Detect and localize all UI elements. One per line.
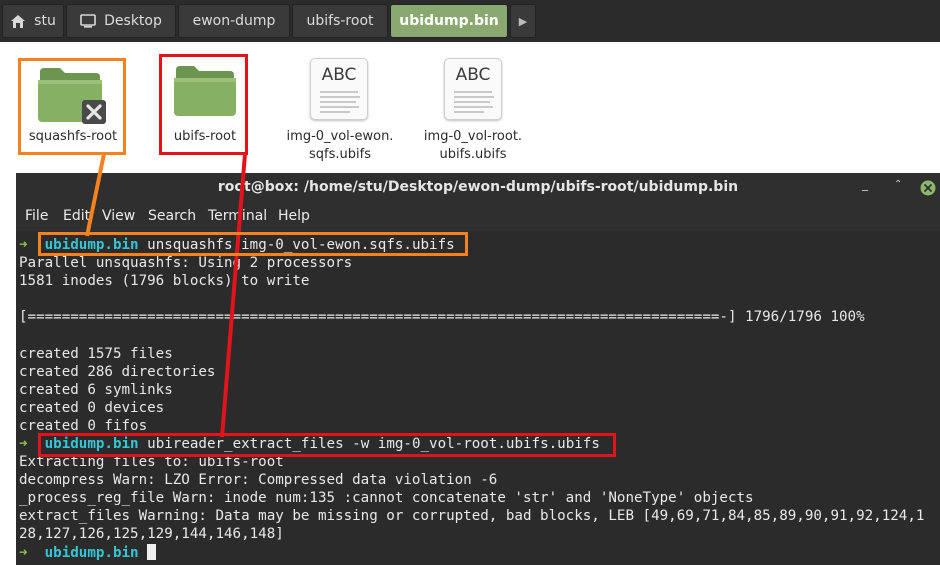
- menu-search[interactable]: Search: [148, 208, 196, 224]
- menu-help[interactable]: Help: [278, 208, 310, 224]
- command-text: unsquashfs img-0_vol-ewon.sqfs.ubifs: [147, 237, 455, 253]
- thumb-text: ABC: [455, 65, 491, 85]
- command-text: ubireader_extract_files -w img-0_vol-roo…: [147, 436, 600, 452]
- menu-terminal[interactable]: Terminal: [208, 208, 267, 224]
- file-name-line2: ubifs.ubifs: [439, 147, 507, 162]
- file-name: ubifs-root: [173, 129, 237, 144]
- crumb-ubifs-root[interactable]: ubifs-root: [292, 4, 388, 38]
- output-line: created 6 symlinks: [19, 382, 173, 398]
- menu-edit[interactable]: Edit: [63, 208, 90, 224]
- output-line: 1581 inodes (1796 blocks) to write: [19, 273, 310, 289]
- folder-icon: [174, 66, 236, 116]
- crumb-label: Desktop: [104, 13, 162, 29]
- menu-view[interactable]: View: [102, 208, 135, 224]
- crumb-label: ubifs-root: [306, 13, 374, 29]
- output-line: 28,127,126,125,129,144,146,148]: [19, 526, 284, 542]
- crumb-ewon-dump[interactable]: ewon-dump: [178, 4, 290, 38]
- command-line: ➜ ubidump.bin: [19, 544, 157, 562]
- output-line: created 1575 files: [19, 346, 173, 362]
- crumb-next-button[interactable]: ▶: [510, 4, 536, 38]
- output-line: decompress Warn: LZO Error: Compressed d…: [19, 472, 498, 488]
- location-bar: stu Desktop ewon-dump ubifs-root ubidump…: [0, 0, 940, 42]
- crumb-label: ubidump.bin: [399, 13, 499, 29]
- home-icon: [11, 14, 26, 28]
- text-document-icon: ABC: [444, 58, 502, 120]
- prompt-dir: ubidump.bin: [44, 237, 139, 253]
- crumb-ubidump-bin[interactable]: ubidump.bin: [390, 4, 508, 38]
- prompt-arrow: ➜: [19, 545, 28, 561]
- command-line: ➜ ubidump.bin unsquashfs img-0_vol-ewon.…: [19, 236, 455, 254]
- file-squashfs-root[interactable]: squashfs-root: [24, 54, 122, 150]
- window-title: root@box: /home/stu/Desktop/ewon-dump/ub…: [217, 179, 739, 195]
- chevron-right-icon: ▶: [518, 14, 528, 28]
- text-document-icon: ABC: [310, 58, 368, 120]
- file-name-line1: img-0_vol-ewon.: [286, 129, 394, 144]
- progress-line: [=======================================…: [19, 309, 865, 325]
- prompt-arrow: ➜: [19, 237, 28, 253]
- terminal-output[interactable]: ➜ ubidump.bin unsquashfs img-0_vol-ewon.…: [16, 231, 940, 565]
- file-ubifs-root[interactable]: ubifs-root: [160, 54, 250, 150]
- file-name: squashfs-root: [28, 129, 118, 144]
- file-name-line2: sqfs.ubifs: [309, 147, 371, 162]
- crumb-label: stu: [34, 13, 56, 29]
- file-img0-vol-ewon[interactable]: ABC img-0_vol-ewon. sqfs.ubifs: [280, 54, 400, 166]
- prompt-arrow: ➜: [19, 436, 28, 452]
- crumb-home[interactable]: stu: [2, 4, 64, 38]
- terminal-menubar: File Edit View Search Terminal Help: [16, 205, 940, 229]
- output-line: created 0 devices: [19, 400, 165, 416]
- locked-folder-icon: [38, 68, 106, 124]
- terminal-window: root@box: /home/stu/Desktop/ewon-dump/ub…: [16, 173, 940, 565]
- text-cursor: [147, 544, 157, 560]
- menu-file[interactable]: File: [25, 208, 48, 224]
- output-line: created 286 directories: [19, 364, 216, 380]
- prompt-dir: ubidump.bin: [44, 545, 139, 561]
- output-line: created 0 fifos: [19, 418, 148, 434]
- maximize-icon[interactable]: ⌃: [894, 179, 902, 190]
- prompt-dir: ubidump.bin: [44, 436, 139, 452]
- thumb-text: ABC: [321, 65, 357, 85]
- desktop-icon: [80, 14, 96, 28]
- file-name-line1: img-0_vol-root.: [423, 129, 523, 144]
- crumb-label: ewon-dump: [192, 13, 276, 29]
- output-line: Parallel unsquashfs: Using 2 processors: [19, 255, 353, 271]
- minimize-icon[interactable]: _: [862, 177, 868, 191]
- output-line: extract_files Warning: Data may be missi…: [19, 508, 925, 524]
- crumb-desktop[interactable]: Desktop: [66, 4, 176, 38]
- command-line: ➜ ubidump.bin ubireader_extract_files -w…: [19, 435, 600, 453]
- output-line: _process_reg_file Warn: inode num:135 :c…: [19, 490, 754, 506]
- file-view: squashfs-root ubifs-root ABC img-0_vol-e…: [0, 42, 940, 170]
- output-line: Extracting files to: ubifs-root: [19, 454, 284, 470]
- close-icon[interactable]: [920, 180, 936, 196]
- file-img0-vol-root[interactable]: ABC img-0_vol-root. ubifs.ubifs: [413, 54, 533, 166]
- terminal-titlebar[interactable]: root@box: /home/stu/Desktop/ewon-dump/ub…: [16, 173, 940, 203]
